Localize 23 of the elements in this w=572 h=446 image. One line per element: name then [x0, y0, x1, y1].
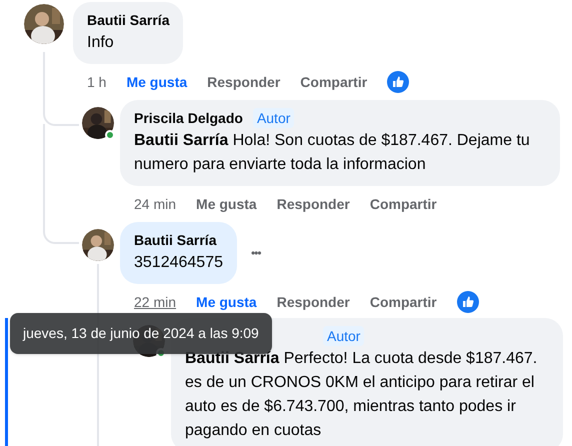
- thumbs-up-icon: [456, 291, 479, 313]
- more-options-icon[interactable]: •••: [250, 244, 261, 262]
- reply-link[interactable]: Responder: [276, 292, 350, 312]
- comment-text: Bautii Sarría Hola! Son cuotas de $187.467. Dejame tu numero para enviarte toda la informacion: [134, 131, 531, 175]
- comment-time[interactable]: 24 min: [134, 194, 176, 214]
- comment-text: Info: [87, 33, 115, 53]
- author-name[interactable]: Bautii Sarría: [134, 230, 216, 250]
- reply-link[interactable]: Responder: [276, 194, 350, 214]
- comment-time[interactable]: 1 h: [87, 72, 106, 92]
- like-link[interactable]: Me gusta: [196, 194, 257, 214]
- author-name[interactable]: Bautii Sarría: [87, 10, 170, 30]
- author-badge: Autor: [252, 108, 294, 128]
- like-link[interactable]: Me gusta: [196, 292, 257, 312]
- thumbs-up-icon: [387, 71, 410, 93]
- share-link[interactable]: Compartir: [300, 72, 368, 92]
- author-badge: Autor: [323, 326, 364, 346]
- reply-link[interactable]: Responder: [207, 72, 280, 92]
- share-link[interactable]: Compartir: [370, 292, 437, 312]
- comment-text: 3512464575: [134, 253, 223, 273]
- author-name[interactable]: Priscila Delgado: [134, 108, 243, 128]
- share-link[interactable]: Compartir: [370, 194, 437, 214]
- comment-time[interactable]: 22 min: [134, 292, 176, 312]
- like-link[interactable]: Me gusta: [126, 72, 188, 92]
